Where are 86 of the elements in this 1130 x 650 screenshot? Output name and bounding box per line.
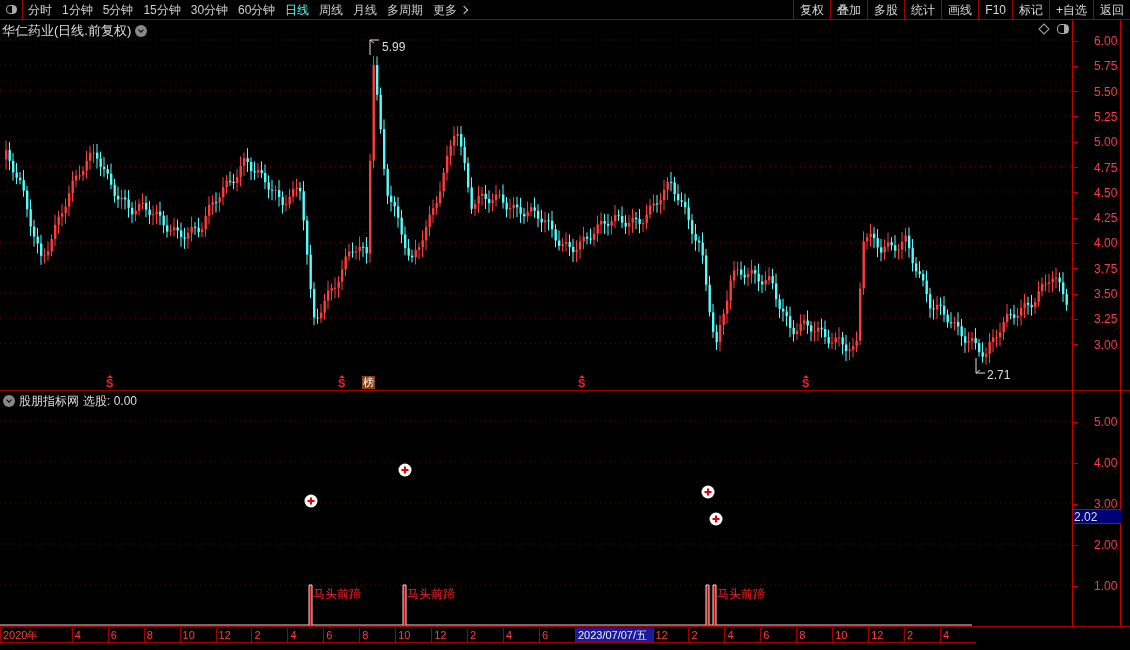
price-axis-label: 3.00 [1094, 336, 1118, 354]
toolbar-button[interactable]: 复权 [793, 0, 831, 19]
toolbar-button[interactable]: 叠加 [830, 0, 868, 19]
time-axis-label: 2 [467, 627, 504, 642]
indicator-axis-label: 1.00 [1094, 578, 1118, 595]
time-axis-label: 2020年 [0, 627, 72, 642]
price-axis-label: 5.75 [1094, 58, 1118, 76]
toolbar-button[interactable]: F10 [978, 0, 1012, 19]
period-tab[interactable]: 多周期 [387, 0, 424, 19]
time-axis-label: 2 [688, 627, 725, 642]
price-axis-label: 5.50 [1094, 83, 1118, 101]
indicator-axis-label: 5.00 [1094, 414, 1118, 431]
toolbar-button[interactable]: 返回 [1093, 0, 1130, 19]
period-tab[interactable]: 5分钟 [102, 0, 134, 19]
time-axis-label: 2023/07/07/五 [574, 627, 653, 642]
price-axis-label: 3.75 [1094, 260, 1118, 278]
leader-line [975, 357, 986, 374]
plus-marker-icon [398, 463, 412, 477]
price-axis-label: 6.00 [1094, 33, 1118, 50]
price-axis-label: 4.50 [1094, 184, 1118, 202]
period-tab[interactable]: 15分钟 [143, 0, 181, 19]
time-axis-label: 10 [832, 627, 869, 642]
period-tab[interactable]: 分时 [28, 0, 52, 19]
time-axis-label: 12 [868, 627, 905, 642]
time-axis-label: 4 [287, 627, 324, 642]
leader-line [369, 39, 380, 56]
time-axis-label: 8 [359, 627, 396, 642]
period-tab[interactable]: 日线 [285, 0, 310, 19]
indicator-name: 股朋指标网 [19, 393, 79, 410]
time-axis-label: 4 [940, 627, 976, 642]
period-tab[interactable]: 60分钟 [238, 0, 276, 19]
high-price-label: 5.99 [382, 39, 406, 56]
plus-marker-icon [701, 485, 715, 499]
panel-toggle-icon[interactable] [1057, 24, 1069, 34]
signal-label: 马头前蹄 [407, 586, 455, 603]
toolbar-button[interactable]: +自选 [1049, 0, 1093, 19]
time-axis-label: 6 [538, 627, 575, 642]
time-axis-label: 10 [395, 627, 432, 642]
indicator-axis-label: 4.00 [1094, 455, 1118, 472]
indicator-axis-label: 2.00 [1094, 537, 1118, 554]
time-axis-label: 4 [724, 627, 761, 642]
time-axis-label: 6 [107, 627, 144, 642]
toolbar-button[interactable]: 画线 [941, 0, 979, 19]
period-tab[interactable]: 周线 [319, 0, 344, 19]
price-axis-label: 5.00 [1094, 134, 1118, 152]
time-axis-label: 4 [71, 627, 108, 642]
time-axis-label: 6 [323, 627, 360, 642]
signal-bar [402, 584, 407, 626]
price-axis-label: 3.50 [1094, 286, 1118, 303]
time-axis-label: 8 [796, 627, 833, 642]
signal-bar [705, 584, 710, 626]
period-tab[interactable]: 更多 [433, 0, 468, 19]
toolbar-button[interactable]: 标记 [1012, 0, 1049, 19]
plus-marker-icon [304, 494, 318, 508]
time-axis-label: 12 [215, 627, 252, 642]
signal-label: 马头前蹄 [717, 586, 765, 603]
stock-title: 华仁药业(日线.前复权) [2, 22, 132, 40]
price-axis-label: 4.00 [1094, 235, 1118, 253]
chevron-down-icon[interactable] [135, 24, 148, 37]
signal-bar [712, 584, 717, 626]
current-value-label: 2.02 [1073, 509, 1121, 524]
ranking-badge: 榜 [362, 376, 375, 389]
time-axis-label: 6 [760, 627, 797, 642]
low-price-label: 2.71 [987, 367, 1011, 384]
time-axis-label: 10 [179, 627, 216, 642]
period-tab[interactable]: 30分钟 [190, 0, 229, 19]
toolbar-button[interactable]: 统计 [904, 0, 942, 19]
price-axis-label: 3.25 [1094, 311, 1118, 329]
price-axis-label: 4.75 [1094, 159, 1118, 177]
indicator-axis-label: 3.00 [1094, 496, 1118, 512]
time-axis-label: 12 [431, 627, 468, 642]
price-axis-label: 4.25 [1094, 210, 1118, 228]
toolbar-button[interactable]: 多股 [867, 0, 905, 19]
signal-bar [308, 584, 313, 626]
time-axis-label: 2 [251, 627, 288, 642]
time-axis-label: 4 [503, 627, 539, 642]
time-axis-label: 2 [904, 627, 940, 642]
indicator-reading: 选股: 0.00 [83, 393, 138, 410]
time-axis-label: 12 [652, 627, 689, 642]
price-axis-label: 5.25 [1094, 108, 1118, 126]
period-tab[interactable]: 1分钟 [62, 0, 93, 19]
signal-label: 马头前蹄 [313, 586, 361, 603]
period-tab[interactable]: 月线 [353, 0, 378, 19]
plus-marker-icon [709, 512, 723, 526]
chevron-down-icon[interactable] [3, 395, 15, 407]
time-axis-label: 8 [143, 627, 180, 642]
